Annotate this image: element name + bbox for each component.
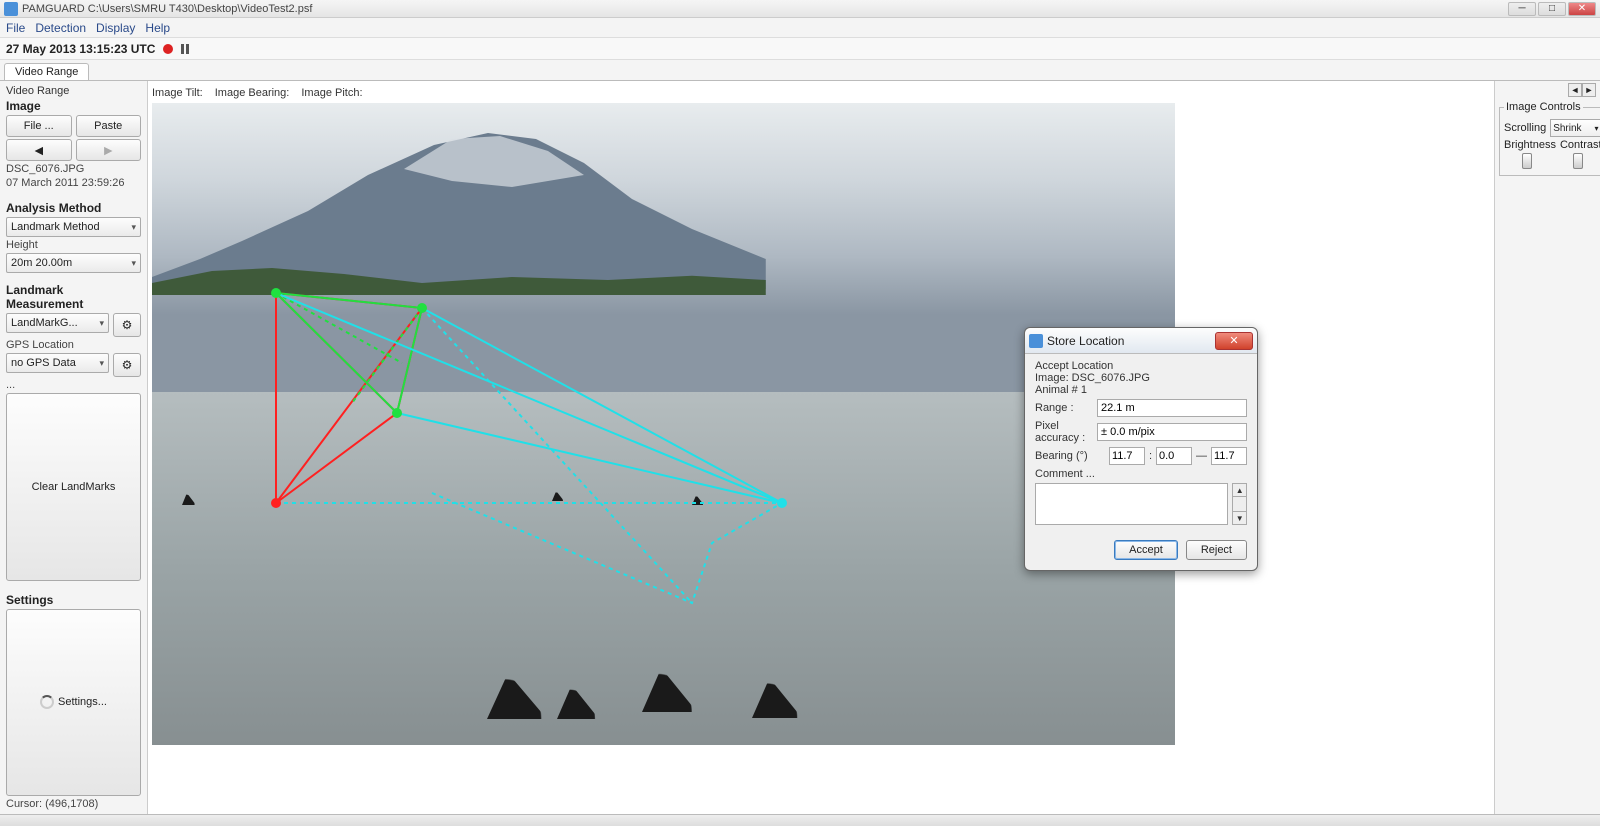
- dialog-titlebar[interactable]: Store Location ✕: [1025, 328, 1257, 354]
- menu-display[interactable]: Display: [96, 21, 135, 35]
- app-icon: [4, 2, 18, 16]
- height-select[interactable]: 20m 20.00m: [6, 253, 141, 273]
- dialog-app-icon: [1029, 334, 1043, 348]
- panel-right-button[interactable]: ►: [1582, 83, 1596, 97]
- menu-detection[interactable]: Detection: [35, 21, 86, 35]
- cursor-label: Cursor: (496,1708): [6, 798, 141, 810]
- range-label: Range :: [1035, 402, 1093, 414]
- dots-label: ...: [6, 379, 141, 391]
- gear-icon: ⚙: [122, 318, 133, 332]
- reject-button[interactable]: Reject: [1186, 540, 1247, 560]
- window-title: PAMGUARD C:\Users\SMRU T430\Desktop\Vide…: [22, 3, 312, 15]
- image-heading: Image: [6, 99, 141, 113]
- image-controls-legend: Image Controls: [1504, 101, 1583, 113]
- gear-icon: ⚙: [122, 358, 133, 372]
- brightness-slider[interactable]: [1504, 153, 1551, 169]
- settings-button[interactable]: Settings...: [6, 609, 141, 797]
- menu-help[interactable]: Help: [145, 21, 170, 35]
- height-label: Height: [6, 239, 141, 251]
- accept-button[interactable]: Accept: [1114, 540, 1178, 560]
- bearing-field-a[interactable]: [1109, 447, 1145, 465]
- spinner-icon: [40, 695, 54, 709]
- menu-bar: File Detection Display Help: [0, 18, 1600, 38]
- status-bar: [0, 814, 1600, 826]
- clear-landmarks-button[interactable]: Clear LandMarks: [6, 393, 141, 581]
- comment-textarea[interactable]: [1035, 483, 1228, 525]
- sidebar-section-label: Video Range: [6, 85, 141, 97]
- pixel-accuracy-label: Pixel accuracy :: [1035, 420, 1093, 444]
- range-field[interactable]: [1097, 399, 1247, 417]
- prev-image-button[interactable]: ◄: [6, 139, 72, 161]
- dialog-image-line: Image: DSC_6076.JPG: [1035, 372, 1247, 384]
- brightness-label: Brightness: [1504, 139, 1556, 151]
- window-maximize-button[interactable]: □: [1538, 2, 1566, 16]
- gps-select[interactable]: no GPS Data: [6, 353, 109, 373]
- bearing-field-c[interactable]: [1211, 447, 1247, 465]
- filename-label: DSC_6076.JPG: [6, 163, 141, 175]
- pixel-accuracy-field[interactable]: [1097, 423, 1247, 441]
- bearing-field-b[interactable]: [1156, 447, 1192, 465]
- comment-scrollbar[interactable]: ▲▼: [1232, 483, 1247, 525]
- analysis-heading: Analysis Method: [6, 201, 141, 215]
- sidebar: Video Range Image File ... Paste ◄ ► DSC…: [0, 81, 148, 814]
- menu-file[interactable]: File: [6, 21, 25, 35]
- scrolling-label: Scrolling: [1504, 122, 1546, 134]
- bearing-sep1: :: [1149, 450, 1152, 462]
- gps-gear-button[interactable]: ⚙: [113, 353, 141, 377]
- landmark-heading: Landmark Measurement: [6, 283, 141, 311]
- pause-icon[interactable]: [181, 44, 189, 54]
- image-viewer[interactable]: Image Tilt: Image Bearing: Image Pitch:: [148, 81, 1494, 814]
- image-canvas[interactable]: [152, 103, 1175, 745]
- store-location-dialog: Store Location ✕ Accept Location Image: …: [1024, 327, 1258, 571]
- landmark-select[interactable]: LandMarkG...: [6, 313, 109, 333]
- file-button[interactable]: File ...: [6, 115, 72, 137]
- window-close-button[interactable]: ✕: [1568, 2, 1596, 16]
- gps-label: GPS Location: [6, 339, 141, 351]
- settings-heading: Settings: [6, 593, 141, 607]
- image-bearing-label: Image Bearing:: [215, 87, 290, 99]
- animal-line: Animal # 1: [1035, 384, 1247, 396]
- timestamp: 27 May 2013 13:15:23 UTC: [6, 42, 155, 56]
- filedate-label: 07 March 2011 23:59:26: [6, 177, 141, 189]
- comment-label: Comment ...: [1035, 468, 1247, 480]
- scrolling-select[interactable]: Shrink: [1550, 119, 1600, 137]
- image-controls-group: Image Controls Scrolling Shrink Brightne…: [1499, 101, 1600, 176]
- bearing-sep2: —: [1196, 450, 1207, 462]
- record-icon[interactable]: [163, 44, 173, 54]
- tab-bar: Video Range: [0, 60, 1600, 80]
- dialog-title: Store Location: [1047, 334, 1124, 348]
- landmark-gear-button[interactable]: ⚙: [113, 313, 141, 337]
- panel-left-button[interactable]: ◄: [1568, 83, 1582, 97]
- paste-button[interactable]: Paste: [76, 115, 142, 137]
- accept-location-line: Accept Location: [1035, 360, 1247, 372]
- window-titlebar: PAMGUARD C:\Users\SMRU T430\Desktop\Vide…: [0, 0, 1600, 18]
- next-image-button[interactable]: ►: [76, 139, 142, 161]
- image-pitch-label: Image Pitch:: [301, 87, 362, 99]
- analysis-method-select[interactable]: Landmark Method: [6, 217, 141, 237]
- bearing-label: Bearing (°): [1035, 450, 1105, 462]
- landmark-overlay: [152, 103, 1175, 745]
- time-bar: 27 May 2013 13:15:23 UTC: [0, 38, 1600, 60]
- contrast-label: Contrast: [1560, 139, 1600, 151]
- right-panel: ◄ ► Image Controls Scrolling Shrink Brig…: [1494, 81, 1600, 814]
- window-minimize-button[interactable]: ─: [1508, 2, 1536, 16]
- dialog-close-button[interactable]: ✕: [1215, 332, 1253, 350]
- tab-video-range[interactable]: Video Range: [4, 63, 89, 80]
- image-tilt-label: Image Tilt:: [152, 87, 203, 99]
- contrast-slider[interactable]: [1555, 153, 1600, 169]
- image-info-bar: Image Tilt: Image Bearing: Image Pitch:: [152, 85, 1490, 103]
